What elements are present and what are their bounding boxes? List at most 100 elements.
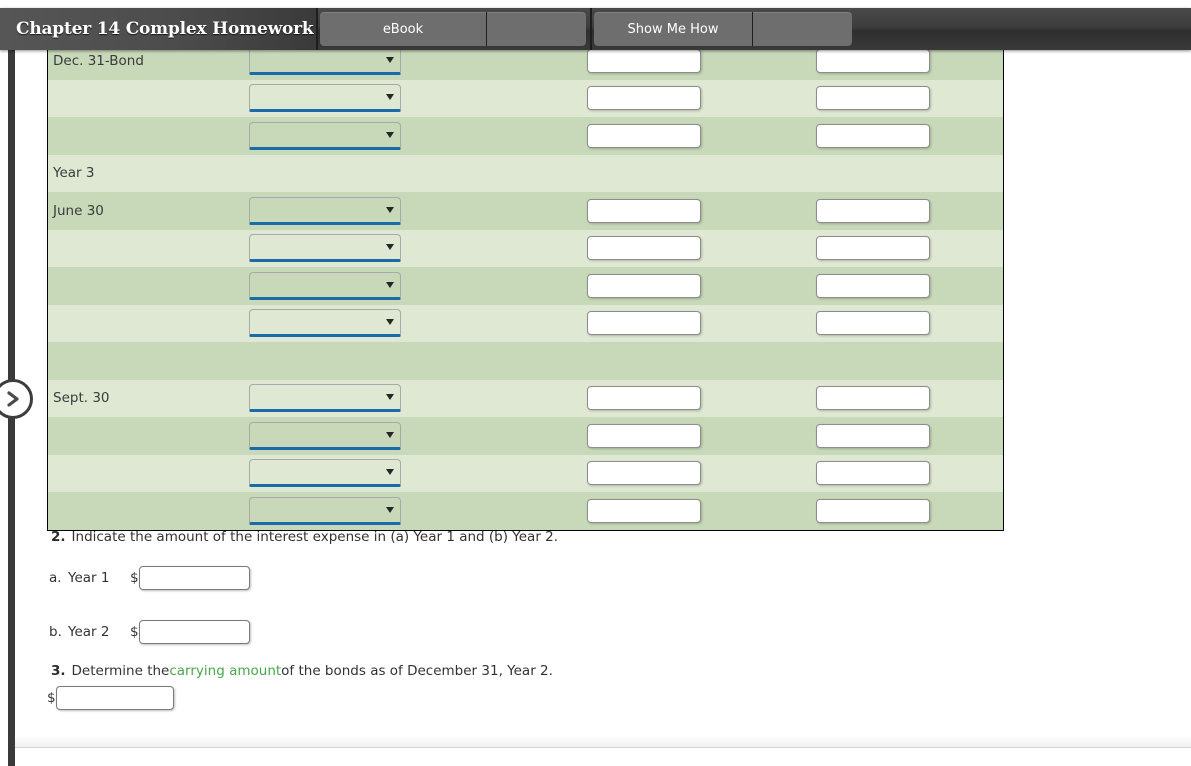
ebook-button-secondary[interactable] xyxy=(487,12,586,46)
credit-input[interactable] xyxy=(816,236,931,261)
chevron-down-icon xyxy=(385,94,394,101)
debit-input[interactable] xyxy=(586,123,701,148)
debit-input[interactable] xyxy=(586,48,701,73)
question-2b-label: Year 2 xyxy=(68,624,110,640)
credit-input[interactable] xyxy=(816,423,931,448)
question-3-text-before: Determine the xyxy=(71,663,170,679)
page-title: Chapter 14 Complex Homework xyxy=(16,19,314,39)
row-debit-cell xyxy=(544,273,774,298)
ebook-button[interactable]: eBook xyxy=(320,12,486,46)
question-3: 3. Determine the carrying amount of the … xyxy=(51,663,553,679)
debit-input[interactable] xyxy=(586,198,701,223)
header-divider-1 xyxy=(316,8,318,50)
table-row: Sept. 30 xyxy=(48,379,1003,417)
credit-input[interactable] xyxy=(816,198,931,223)
credit-input[interactable] xyxy=(816,498,931,523)
row-date-label: June 30 xyxy=(53,202,104,219)
app-root: Dec. 31-Bond Year 3 June 30 Sept. 30 2. Ind… xyxy=(0,0,1191,766)
credit-input[interactable] xyxy=(816,461,931,486)
debit-input[interactable] xyxy=(586,498,701,523)
row-account-cell xyxy=(248,309,544,338)
show-me-how-button[interactable]: Show Me How xyxy=(594,12,752,46)
row-credit-cell xyxy=(773,48,1003,73)
row-credit-cell xyxy=(773,498,1003,523)
debit-input[interactable] xyxy=(586,273,701,298)
credit-input[interactable] xyxy=(816,386,931,411)
row-debit-cell xyxy=(544,86,774,111)
debit-input[interactable] xyxy=(586,86,701,111)
chevron-down-icon xyxy=(385,319,394,326)
row-credit-cell xyxy=(773,86,1003,111)
account-select[interactable] xyxy=(248,234,401,263)
debit-input[interactable] xyxy=(586,386,701,411)
question-2b-letter: b. xyxy=(49,624,62,640)
credit-input[interactable] xyxy=(816,86,931,111)
account-select[interactable] xyxy=(248,496,401,525)
account-select[interactable] xyxy=(248,271,401,300)
show-me-how-button-group[interactable]: Show Me How xyxy=(594,12,852,46)
debit-input[interactable] xyxy=(586,423,701,448)
chevron-down-icon xyxy=(385,431,394,438)
credit-input[interactable] xyxy=(816,123,931,148)
row-account-cell xyxy=(248,421,544,450)
question-2-number: 2. xyxy=(51,529,66,545)
debit-input[interactable] xyxy=(586,236,701,261)
journal-entry-table: Dec. 31-Bond Year 3 June 30 Sept. 30 xyxy=(47,42,1004,531)
carrying-amount-link[interactable]: carrying amount xyxy=(169,663,281,679)
credit-input[interactable] xyxy=(816,311,931,336)
show-me-how-button-secondary[interactable] xyxy=(753,12,852,46)
credit-input[interactable] xyxy=(816,48,931,73)
debit-input[interactable] xyxy=(586,461,701,486)
account-select[interactable] xyxy=(248,84,401,113)
row-debit-cell xyxy=(544,236,774,261)
account-select[interactable] xyxy=(248,46,401,75)
row-account-cell xyxy=(248,121,544,150)
year-1-interest-expense-input[interactable] xyxy=(138,566,250,590)
chevron-down-icon xyxy=(385,56,394,63)
chevron-down-icon xyxy=(385,469,394,476)
question-2a: a. Year 1 $ xyxy=(49,566,250,590)
question-3-number: 3. xyxy=(51,663,66,679)
account-select[interactable] xyxy=(248,309,401,338)
ebook-button-group[interactable]: eBook xyxy=(320,12,586,46)
header-filler xyxy=(852,8,1191,50)
row-account-cell xyxy=(248,84,544,113)
row-debit-cell xyxy=(544,198,774,223)
row-date-label: Dec. 31-Bond xyxy=(53,52,144,69)
table-row xyxy=(48,229,1003,267)
row-date-label: Year 3 xyxy=(53,165,95,182)
row-debit-cell xyxy=(544,48,774,73)
table-row xyxy=(48,79,1003,117)
row-credit-cell xyxy=(773,461,1003,486)
year-2-interest-expense-input[interactable] xyxy=(138,620,250,644)
row-account-cell xyxy=(248,271,544,300)
question-2a-currency: $ xyxy=(130,570,139,586)
table-row: Year 3 xyxy=(48,154,1003,192)
chevron-down-icon xyxy=(385,281,394,288)
question-2b: b. Year 2 $ xyxy=(49,620,250,644)
credit-input[interactable] xyxy=(816,273,931,298)
question-2: 2. Indicate the amount of the interest e… xyxy=(51,529,558,545)
question-3-currency: $ xyxy=(47,690,56,706)
row-account-cell xyxy=(248,459,544,488)
account-select[interactable] xyxy=(248,121,401,150)
row-credit-cell xyxy=(773,273,1003,298)
row-credit-cell xyxy=(773,198,1003,223)
row-credit-cell xyxy=(773,123,1003,148)
table-row xyxy=(48,304,1003,342)
question-3-answer: $ xyxy=(47,686,174,710)
row-debit-cell xyxy=(544,123,774,148)
account-select[interactable] xyxy=(248,384,401,413)
question-2-text: Indicate the amount of the interest expe… xyxy=(71,529,559,545)
account-select[interactable] xyxy=(248,459,401,488)
account-select[interactable] xyxy=(248,196,401,225)
table-row xyxy=(48,454,1003,492)
row-date-label: Sept. 30 xyxy=(53,390,110,407)
account-select[interactable] xyxy=(248,421,401,450)
question-2b-currency: $ xyxy=(130,624,139,640)
row-account-cell xyxy=(248,496,544,525)
table-row xyxy=(48,342,1003,380)
table-row xyxy=(48,117,1003,155)
debit-input[interactable] xyxy=(586,311,701,336)
carrying-amount-input[interactable] xyxy=(55,686,174,710)
